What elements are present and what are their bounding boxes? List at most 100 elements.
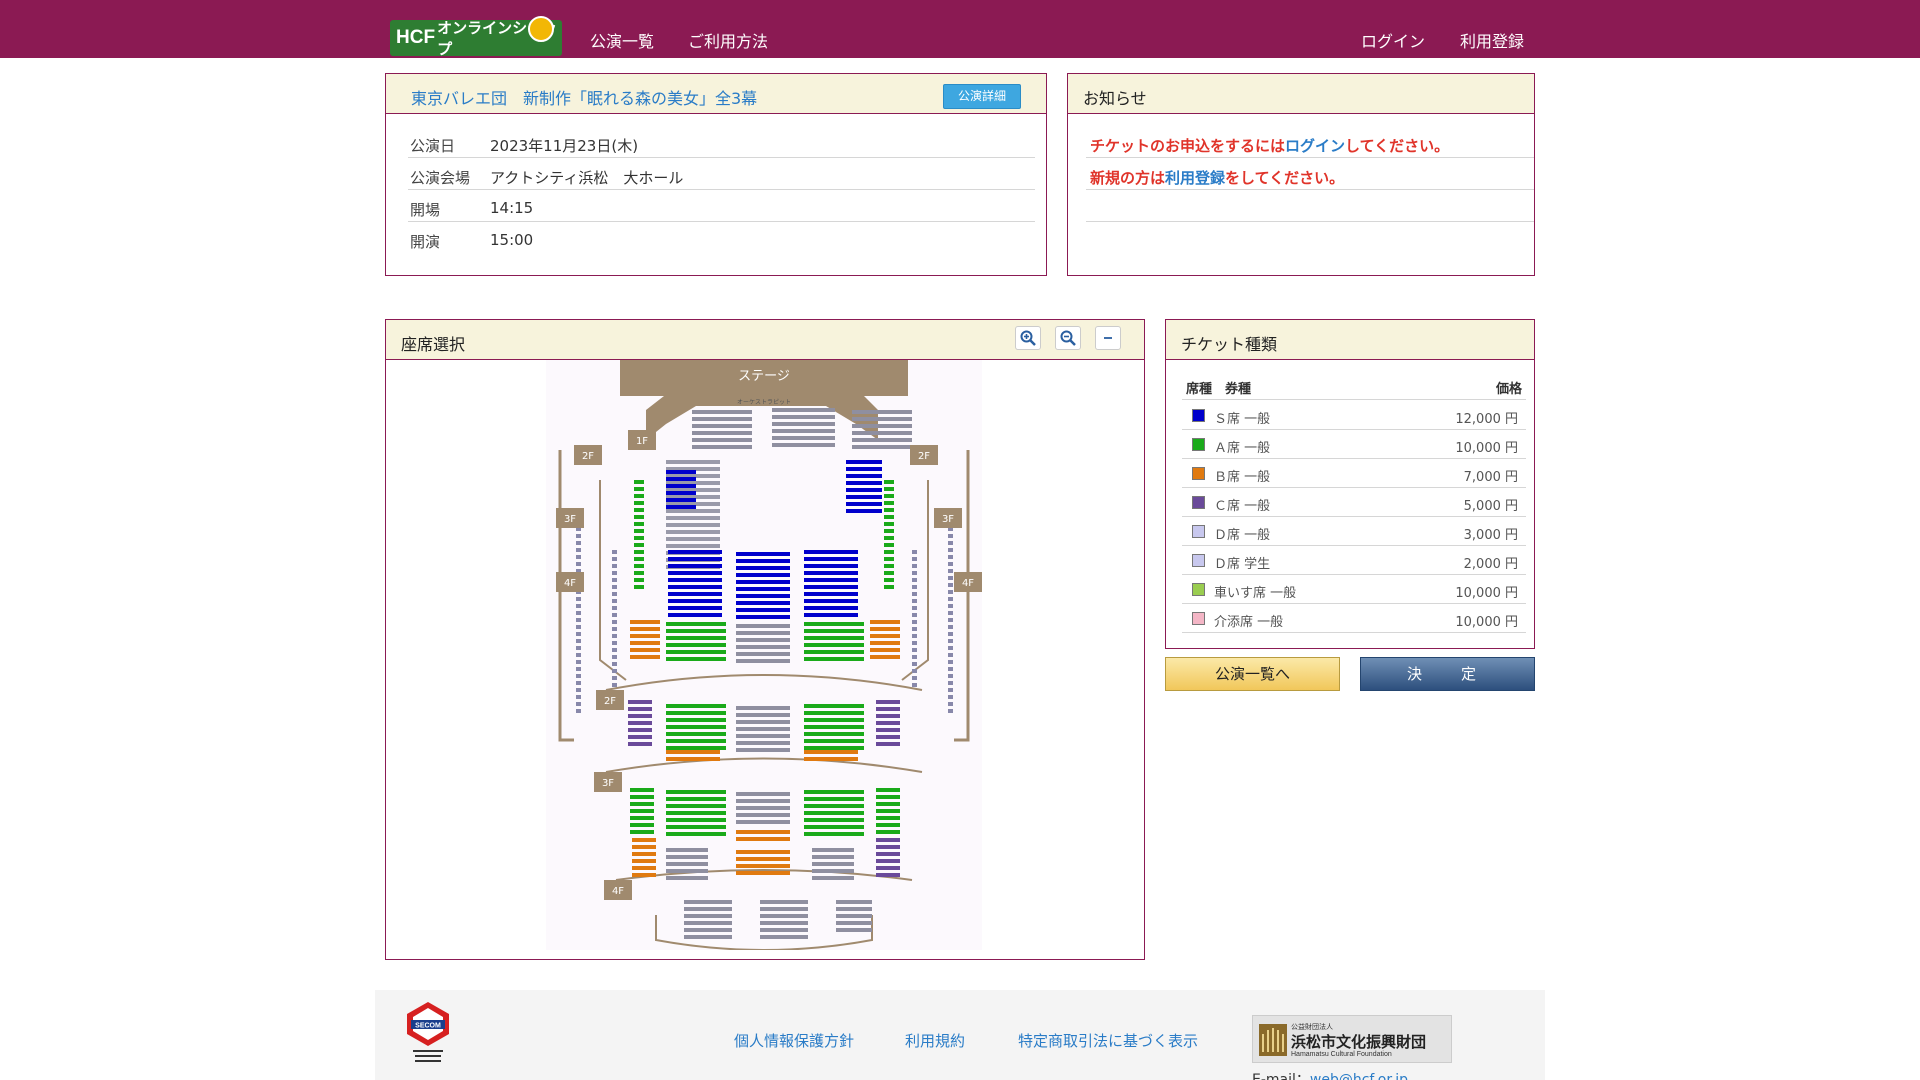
foundation-logo[interactable]: 公益財団法人 浜松市文化振興財団 Hamamatsu Cultural Foun… [1252,1015,1452,1063]
seat-row [576,681,581,685]
seat-row [666,657,726,661]
seat-row [612,550,617,554]
zoom-in-icon[interactable] [1015,326,1041,350]
seat-row [666,509,720,513]
privacy-policy-link[interactable]: 個人情報保護方針 [734,1030,854,1051]
seat-row [772,408,835,412]
decide-button[interactable]: 決 定 [1360,657,1535,691]
seat-row [876,802,900,806]
secom-seal[interactable]: SECOM [405,1000,451,1070]
zoom-reset-icon[interactable] [1095,326,1121,350]
email-link[interactable]: web@hcf.or.jp [1310,1072,1408,1080]
info-value: 2023年11月23日(木) [490,137,639,155]
seat-row [804,725,864,729]
seat-row [684,907,732,911]
seat-row [884,550,894,554]
ticket-price: 7,000 円 [1463,470,1518,485]
seat-row [948,611,953,615]
footer-email: E-mail：web@hcf.or.jp [1252,1069,1408,1080]
seat-row [576,534,581,538]
seat-map-image[interactable]: ステージ オーケストラピット 1F 2F 2F 3F 3F 4F 4F 2F 3F 4F [546,360,982,950]
notice-panel: お知らせ チケットのお申込をするにはログインしてください。 新規の方は利用登録を… [1067,73,1535,276]
seat-row [628,728,652,732]
commerce-law-link[interactable]: 特定商取引法に基づく表示 [1018,1030,1198,1051]
seat-row [870,655,900,659]
seat-row [736,624,790,628]
seat-row [632,866,656,870]
ticket-name: Ａ席 一般 [1214,441,1271,456]
notice-login-row: チケットのお申込をするにはログインしてください。 [1086,126,1534,158]
performance-panel-header: 東京バレエ団 新制作「眠れる森の美女」全3幕 公演詳細 [386,74,1046,114]
seat-row [948,576,953,580]
seat-row [876,809,900,813]
seat-color-swatch [1192,467,1205,480]
nav-performances[interactable]: 公演一覧 [590,28,654,52]
seat-row [804,629,864,633]
seat-row [804,599,858,603]
seat-row [668,550,722,554]
seat-row [804,571,858,575]
performance-title: 東京バレエ団 新制作「眠れる森の美女」全3幕 [411,89,758,108]
seat-row [846,488,882,492]
seat-row [736,659,790,663]
nav-how-to-use[interactable]: ご利用方法 [688,28,768,52]
back-to-list-button[interactable]: 公演一覧へ [1165,657,1340,691]
ticket-name: 介添席 一般 [1214,615,1284,630]
seat-row [736,706,790,710]
zoom-out-icon[interactable] [1055,326,1081,350]
ticket-name: Ｃ席 一般 [1214,499,1271,514]
info-row-start: 開演 15:00 [408,222,1035,254]
notice-text: してください。 [1345,137,1450,155]
nav-register[interactable]: 利用登録 [1460,28,1524,52]
seat-row [948,653,953,657]
performance-detail-button[interactable]: 公演詳細 [943,84,1021,109]
seat-row [948,534,953,538]
seat-row [870,641,900,645]
notice-text: 新規の方は [1090,169,1166,187]
seat-row [948,674,953,678]
seat-row [632,845,656,849]
info-label: 開演 [410,233,441,251]
notice-register-link[interactable]: 利用登録 [1165,169,1225,187]
ticket-price: 2,000 円 [1463,557,1518,572]
nav-login[interactable]: ログイン [1361,28,1425,52]
seat-row [912,634,917,638]
seat-row [628,700,652,704]
seat-row [912,627,917,631]
seat-row [666,725,726,729]
seat-row [852,431,912,435]
seat-row [948,681,953,685]
logo-ball-icon [528,16,554,42]
seat-row [692,417,752,421]
seat-row [884,543,894,547]
terms-link[interactable]: 利用規約 [905,1030,965,1051]
seat-row [634,550,644,554]
seat-row [666,825,726,829]
seat-row [876,707,900,711]
seat-row [666,750,720,754]
seat-row [736,608,790,612]
seat-row [804,811,864,815]
floor-label: 2F [582,451,594,462]
seat-row [836,921,872,925]
seat-row [912,613,917,617]
seat-row [668,592,722,596]
seat-row [630,823,654,827]
seat-row [870,620,900,624]
seat-row [736,864,790,868]
seat-row [846,509,882,513]
seat-row [612,648,617,652]
seat-row [666,704,726,708]
seat-row [804,704,864,708]
seat-row [836,914,872,918]
seat-row [948,562,953,566]
seat-row [912,557,917,561]
notice-login-link[interactable]: ログイン [1285,137,1345,155]
seat-row [612,606,617,610]
floor-label: 4F [612,886,624,897]
seat-row [804,606,858,610]
seat-row [852,438,912,442]
site-logo[interactable]: HCF オンラインショップ [390,16,562,58]
foundation-emblem-icon [1259,1024,1287,1056]
seat-row [576,660,581,664]
